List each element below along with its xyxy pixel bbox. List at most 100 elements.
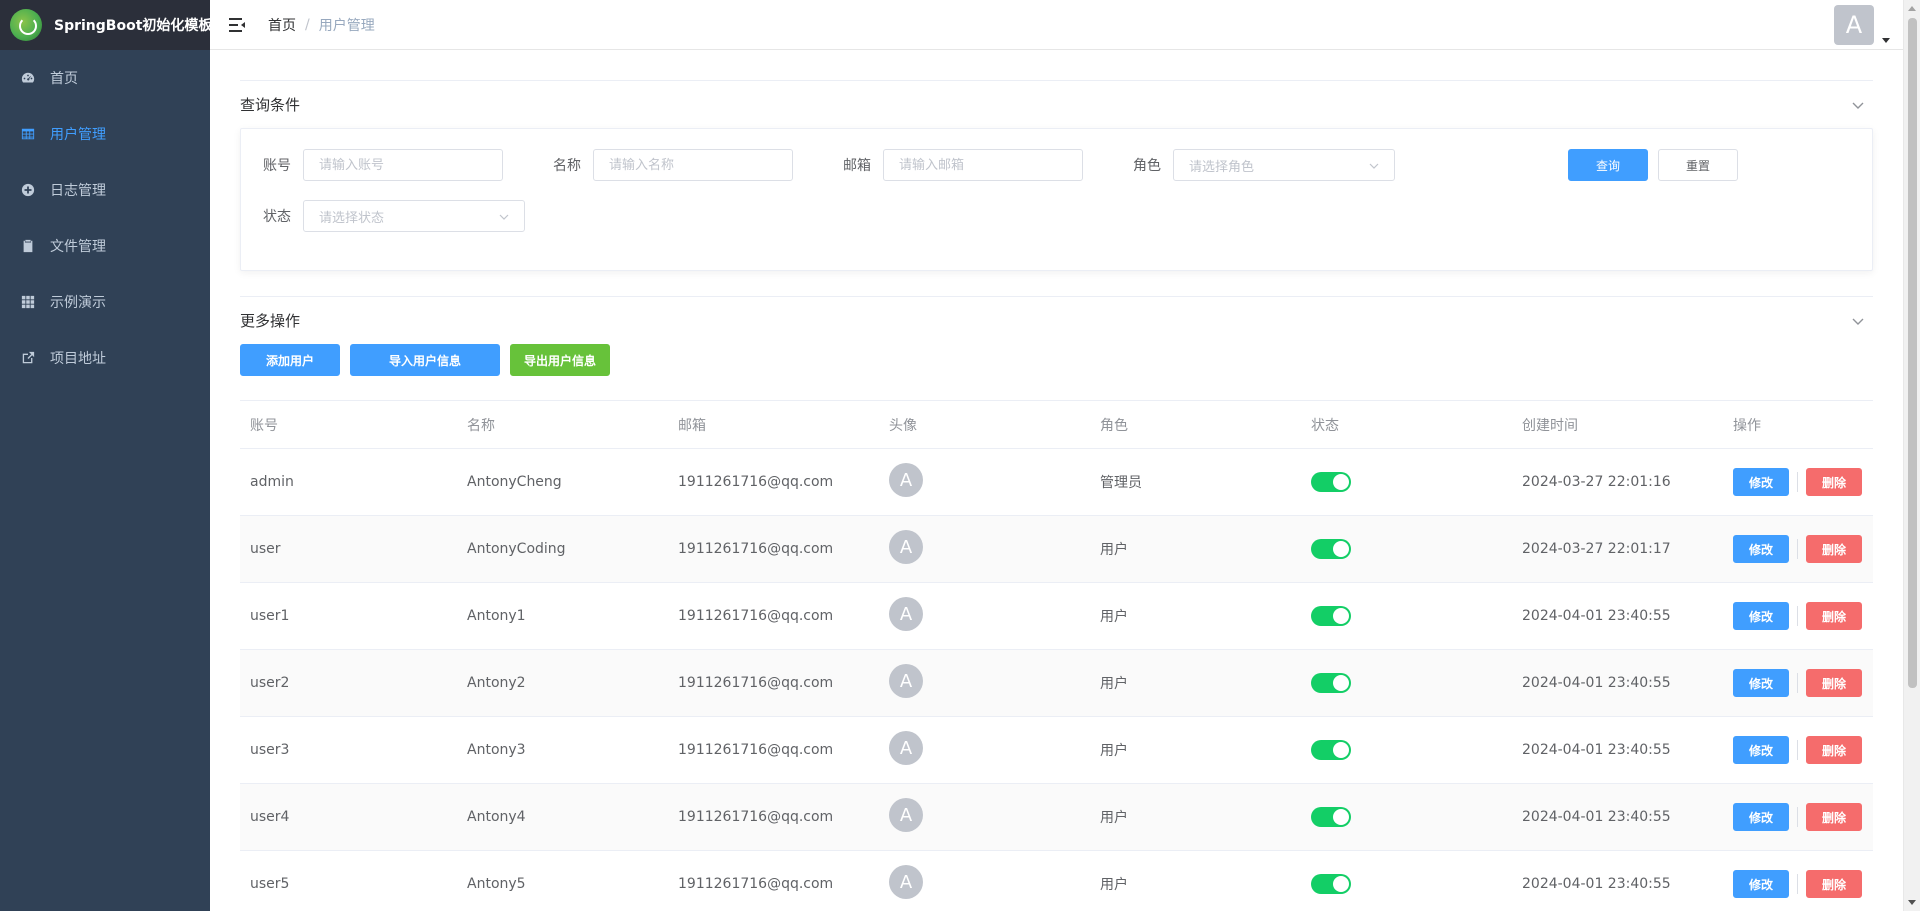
name-label: 名称 [553, 158, 581, 174]
table-icon [20, 126, 36, 142]
search-button[interactable]: 查询 [1568, 149, 1648, 181]
hamburger-icon[interactable] [228, 16, 246, 34]
name-input[interactable] [593, 149, 793, 181]
import-users-button[interactable]: 导入用户信息 [350, 344, 500, 376]
edit-button[interactable]: 修改 [1733, 602, 1789, 630]
divider [1797, 673, 1798, 693]
cell-actions: 修改 删除 [1723, 602, 1873, 630]
query-collapse-header[interactable]: 查询条件 [240, 80, 1873, 128]
cell-created: 2024-04-01 23:40:55 [1522, 608, 1671, 624]
export-users-button[interactable]: 导出用户信息 [510, 344, 610, 376]
cell-actions: 修改 删除 [1723, 468, 1873, 496]
cell-role: 用户 [1100, 743, 1128, 759]
delete-button[interactable]: 删除 [1806, 535, 1862, 563]
chevron-down-icon[interactable] [1851, 98, 1865, 112]
edit-button[interactable]: 修改 [1733, 535, 1789, 563]
divider [1797, 807, 1798, 827]
edit-button[interactable]: 修改 [1733, 803, 1789, 831]
page-scrollbar[interactable] [1903, 0, 1920, 911]
column-header: 操作 [1733, 417, 1761, 434]
delete-button[interactable]: 删除 [1806, 870, 1862, 898]
scroll-down-arrow-icon[interactable] [1908, 900, 1916, 905]
cell-created: 2024-04-01 23:40:55 [1522, 742, 1671, 758]
table-header: 账号 名称 邮箱 头像 角色 状态 创建时间 操作 [240, 401, 1873, 449]
cell-status [1301, 740, 1512, 760]
sidebar-item-project[interactable]: 项目地址 [0, 330, 210, 386]
cell-email: 1911261716@qq.com [678, 474, 834, 490]
status-switch[interactable] [1311, 673, 1351, 693]
user-menu[interactable]: A [1834, 5, 1890, 45]
main-content: 查询条件 账号 名称 邮箱 角色 请选择角色 [240, 80, 1873, 911]
spring-logo-icon [10, 9, 42, 41]
cell-email: 1911261716@qq.com [678, 742, 834, 758]
sidebar-item-logs[interactable]: 日志管理 [0, 162, 210, 218]
status-switch[interactable] [1311, 539, 1351, 559]
delete-button[interactable]: 删除 [1806, 736, 1862, 764]
cell-status [1301, 472, 1512, 492]
status-label: 状态 [263, 209, 291, 225]
cell-account: admin [250, 474, 294, 490]
cell-created: 2024-03-27 22:01:16 [1522, 474, 1671, 490]
account-input[interactable] [303, 149, 503, 181]
cell-status [1301, 606, 1512, 626]
sidebar-item-users[interactable]: 用户管理 [0, 106, 210, 162]
caret-down-icon[interactable] [1882, 38, 1890, 43]
chevron-down-icon[interactable] [1851, 314, 1865, 328]
column-header: 头像 [889, 417, 917, 434]
role-select[interactable]: 请选择角色 [1173, 149, 1395, 181]
cell-role: 用户 [1100, 609, 1128, 625]
breadcrumb: 首页 / 用户管理 [268, 15, 375, 35]
sidebar-item-home[interactable]: 首页 [0, 50, 210, 106]
status-switch[interactable] [1311, 807, 1351, 827]
log-icon [20, 182, 36, 198]
cell-avatar: A [879, 463, 1090, 497]
sidebar-item-examples[interactable]: 示例演示 [0, 274, 210, 330]
status-switch[interactable] [1311, 740, 1351, 760]
table-row: user1 Antony1 1911261716@qq.com A 用户 202… [240, 583, 1873, 650]
ops-collapse-header[interactable]: 更多操作 [240, 296, 1873, 344]
cell-account: user2 [250, 675, 290, 691]
sidebar-item-label: 项目地址 [50, 351, 106, 367]
avatar: A [889, 731, 923, 765]
add-user-button[interactable]: 添加用户 [240, 344, 340, 376]
email-input[interactable] [883, 149, 1083, 181]
avatar[interactable]: A [1834, 5, 1874, 45]
cell-email: 1911261716@qq.com [678, 608, 834, 624]
cell-avatar: A [879, 731, 1090, 765]
breadcrumb-home[interactable]: 首页 [268, 15, 296, 35]
delete-button[interactable]: 删除 [1806, 669, 1862, 697]
sidebar-menu: 首页 用户管理 日志管理 文件管理 示例演示 项目地址 [0, 50, 210, 386]
breadcrumb-current: 用户管理 [318, 17, 375, 34]
reset-button[interactable]: 重置 [1658, 149, 1738, 181]
divider [1797, 874, 1798, 894]
edit-button[interactable]: 修改 [1733, 870, 1789, 898]
cell-created: 2024-04-01 23:40:55 [1522, 809, 1671, 825]
delete-button[interactable]: 删除 [1806, 803, 1862, 831]
edit-button[interactable]: 修改 [1733, 736, 1789, 764]
status-switch[interactable] [1311, 606, 1351, 626]
cell-account: user1 [250, 608, 290, 624]
cell-name: Antony1 [467, 608, 526, 624]
scroll-thumb[interactable] [1908, 18, 1917, 688]
edit-button[interactable]: 修改 [1733, 669, 1789, 697]
cell-role: 用户 [1100, 877, 1128, 893]
table-row: user3 Antony3 1911261716@qq.com A 用户 202… [240, 717, 1873, 784]
cell-name: Antony4 [467, 809, 526, 825]
sidebar-item-files[interactable]: 文件管理 [0, 218, 210, 274]
delete-button[interactable]: 删除 [1806, 602, 1862, 630]
cell-role: 管理员 [1100, 475, 1142, 491]
edit-button[interactable]: 修改 [1733, 468, 1789, 496]
top-navbar: 首页 / 用户管理 A [210, 0, 1920, 50]
cell-account: user4 [250, 809, 290, 825]
status-switch[interactable] [1311, 874, 1351, 894]
status-switch[interactable] [1311, 472, 1351, 492]
delete-button[interactable]: 删除 [1806, 468, 1862, 496]
divider [1797, 472, 1798, 492]
status-select[interactable]: 请选择状态 [303, 200, 525, 232]
brand[interactable]: SpringBoot初始化模板 [0, 0, 212, 50]
cell-name: Antony2 [467, 675, 526, 691]
table-row: user AntonyCoding 1911261716@qq.com A 用户… [240, 516, 1873, 583]
form-item-account: 账号 [241, 149, 503, 181]
form-item-role: 角色 请选择角色 [1111, 149, 1395, 181]
scroll-up-arrow-icon[interactable] [1908, 6, 1916, 11]
